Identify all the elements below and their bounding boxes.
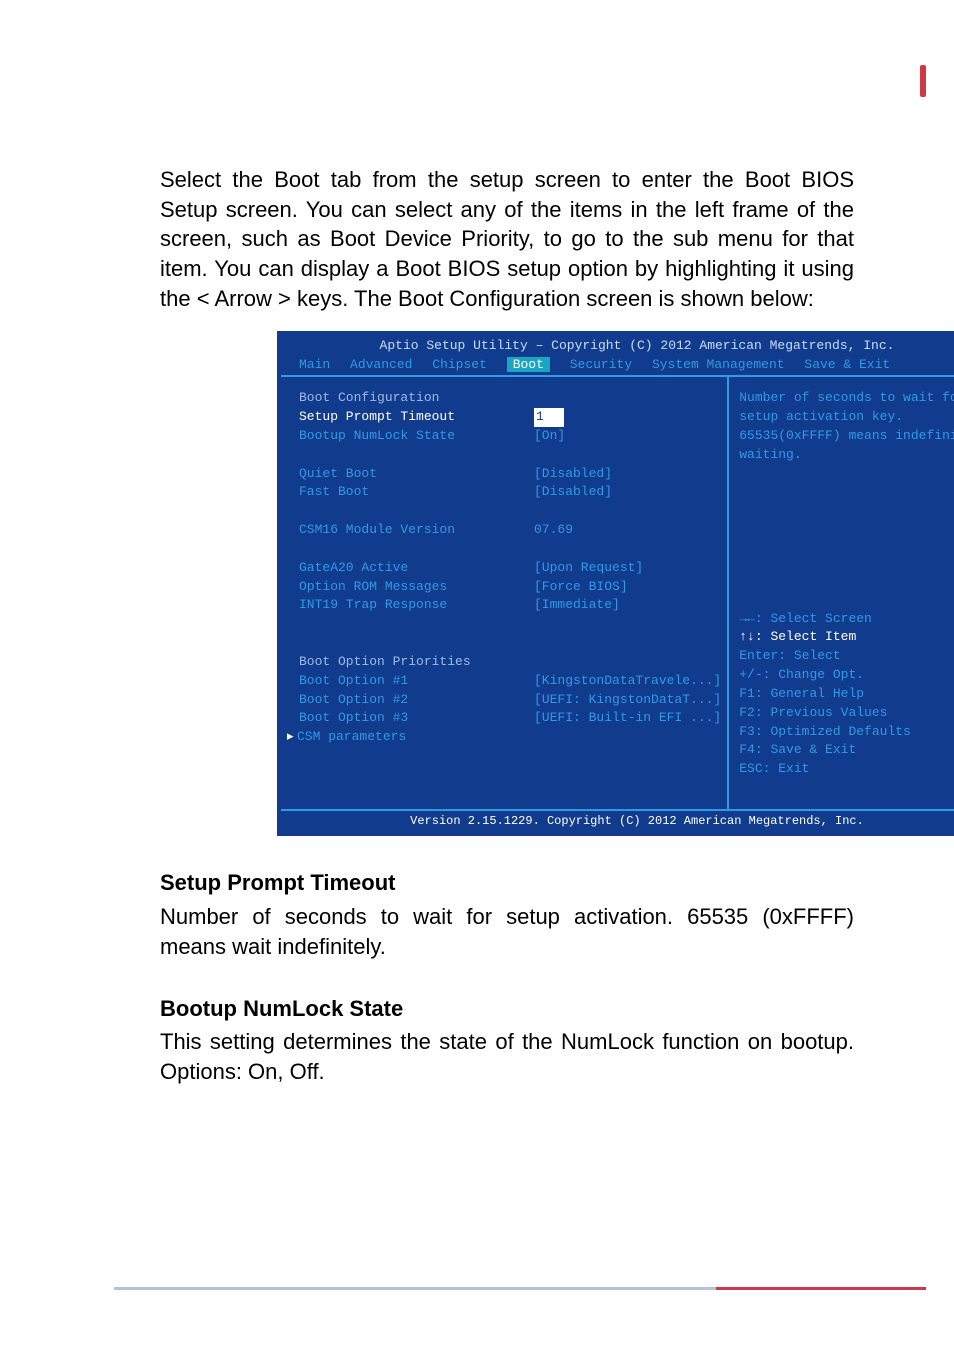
boot-option-1-row[interactable]: Boot Option #1 [KingstonDataTravele...] <box>299 672 721 691</box>
row-value: [Force BIOS] <box>534 578 721 597</box>
tab-system-mgmt[interactable]: System Management <box>652 357 785 372</box>
intro-paragraph: Select the Boot tab from the setup scree… <box>160 165 854 313</box>
bootup-numlock-body: This setting determines the state of the… <box>160 1027 854 1086</box>
key-hint: F2: Previous Values <box>739 704 954 723</box>
row-label: GateA20 Active <box>299 559 534 578</box>
row-value: 07.69 <box>534 521 721 540</box>
tab-security[interactable]: Security <box>570 357 632 372</box>
spacer <box>739 465 954 610</box>
row-label: Boot Option #1 <box>299 672 534 691</box>
tab-boot[interactable]: Boot <box>507 357 550 372</box>
heading-label: Boot Option Priorities <box>299 653 534 672</box>
row-label: Boot Option #2 <box>299 691 534 710</box>
key-hint: →←: Select Screen <box>739 610 954 629</box>
tab-main[interactable]: Main <box>299 357 330 372</box>
row-value: [On] <box>534 427 721 446</box>
submenu-arrow-icon: ▸ <box>287 728 297 747</box>
blank-row <box>299 540 721 559</box>
document-page: Select the Boot tab from the setup scree… <box>0 0 954 1352</box>
row-value: [UEFI: Built-in EFI ...] <box>534 709 721 728</box>
key-hint: +/-: Change Opt. <box>739 666 954 685</box>
boot-option-3-row[interactable]: Boot Option #3 [UEFI: Built-in EFI ...] <box>299 709 721 728</box>
row-label: Fast Boot <box>299 483 534 502</box>
selected-value: 1 <box>534 408 564 427</box>
setup-prompt-timeout-row[interactable]: Setup Prompt Timeout 1 <box>299 408 721 427</box>
key-hint: F1: General Help <box>739 685 954 704</box>
csm-parameters-row[interactable]: ▸ CSM parameters <box>287 728 721 747</box>
key-hint: ↑↓: Select Item <box>739 628 954 647</box>
row-value: [Upon Request] <box>534 559 721 578</box>
bios-footer-bar: Version 2.15.1229. Copyright (C) 2012 Am… <box>281 811 954 832</box>
gatea20-row[interactable]: GateA20 Active [Upon Request] <box>299 559 721 578</box>
row-label: Bootup NumLock State <box>299 427 534 446</box>
blank-row <box>299 634 721 653</box>
row-label: Setup Prompt Timeout <box>299 408 534 427</box>
boot-priorities-heading: Boot Option Priorities <box>299 653 721 672</box>
bios-title-bar: Aptio Setup Utility – Copyright (C) 2012… <box>281 335 954 356</box>
row-label: INT19 Trap Response <box>299 596 534 615</box>
bios-left-pane: Boot Configuration Setup Prompt Timeout … <box>281 375 729 811</box>
heading-label: Boot Configuration <box>299 389 534 408</box>
page-footer-rule <box>114 1287 926 1290</box>
setup-prompt-timeout-heading: Setup Prompt Timeout <box>160 868 854 898</box>
help-text-line: waiting. <box>739 446 954 465</box>
bios-right-pane: Number of seconds to wait for setup acti… <box>729 375 954 811</box>
option-rom-row[interactable]: Option ROM Messages [Force BIOS] <box>299 578 721 597</box>
bootup-numlock-heading: Bootup NumLock State <box>160 994 854 1024</box>
side-marker <box>920 65 926 97</box>
fast-boot-row[interactable]: Fast Boot [Disabled] <box>299 483 721 502</box>
setup-prompt-timeout-body: Number of seconds to wait for setup acti… <box>160 902 854 961</box>
row-value: 1 <box>534 408 721 427</box>
row-value: [Immediate] <box>534 596 721 615</box>
blank-row <box>299 615 721 634</box>
bootup-numlock-row[interactable]: Bootup NumLock State [On] <box>299 427 721 446</box>
key-hint: Enter: Select <box>739 647 954 666</box>
blank-row <box>299 446 721 465</box>
row-label: Quiet Boot <box>299 465 534 484</box>
bios-main-area: Boot Configuration Setup Prompt Timeout … <box>281 375 954 811</box>
boot-option-2-row[interactable]: Boot Option #2 [UEFI: KingstonDataT...] <box>299 691 721 710</box>
key-hint: ESC: Exit <box>739 760 954 779</box>
bios-screenshot: Aptio Setup Utility – Copyright (C) 2012… <box>277 331 954 836</box>
row-value: [Disabled] <box>534 465 721 484</box>
tab-advanced[interactable]: Advanced <box>350 357 412 372</box>
key-hint: F3: Optimized Defaults <box>739 723 954 742</box>
csm16-version-row: CSM16 Module Version 07.69 <box>299 521 721 540</box>
row-label: Option ROM Messages <box>299 578 534 597</box>
row-label: CSM16 Module Version <box>299 521 534 540</box>
help-text-line: 65535(0xFFFF) means indefinite <box>739 427 954 446</box>
row-value: [Disabled] <box>534 483 721 502</box>
row-label: Boot Option #3 <box>299 709 534 728</box>
blank-row <box>299 502 721 521</box>
bios-tab-row: Main Advanced Chipset Boot Security Syst… <box>281 356 954 375</box>
row-label: CSM parameters <box>297 728 532 747</box>
help-text-line: setup activation key. <box>739 408 954 427</box>
key-hint: F4: Save & Exit <box>739 741 954 760</box>
boot-config-heading: Boot Configuration <box>299 389 721 408</box>
int19-trap-row[interactable]: INT19 Trap Response [Immediate] <box>299 596 721 615</box>
row-value: [UEFI: KingstonDataT...] <box>534 691 721 710</box>
document-body: Select the Boot tab from the setup scree… <box>160 165 854 1087</box>
row-value: [KingstonDataTravele...] <box>534 672 721 691</box>
quiet-boot-row[interactable]: Quiet Boot [Disabled] <box>299 465 721 484</box>
help-text-line: Number of seconds to wait for <box>739 389 954 408</box>
tab-chipset[interactable]: Chipset <box>432 357 487 372</box>
tab-save-exit[interactable]: Save & Exit <box>804 357 890 372</box>
